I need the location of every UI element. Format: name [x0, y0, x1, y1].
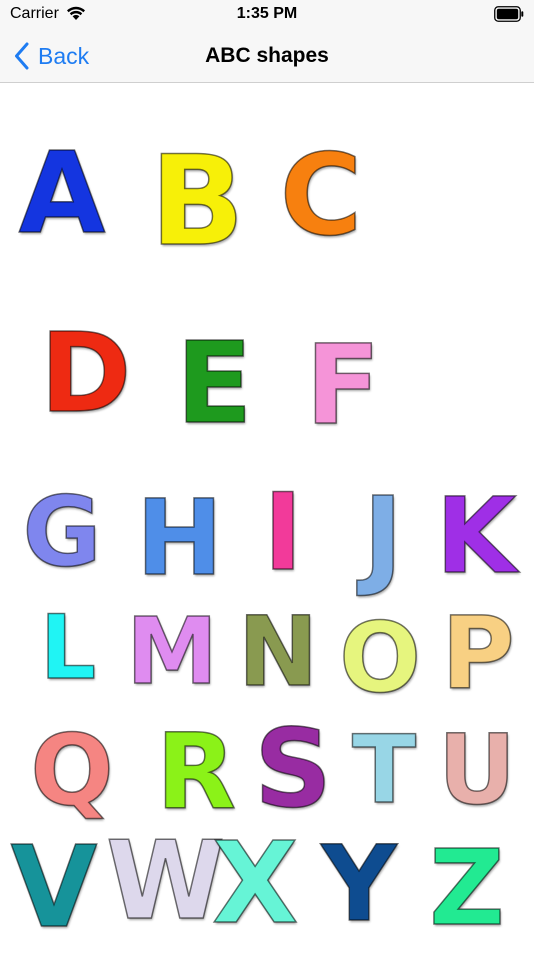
letter-s-shape[interactable]: S: [250, 715, 336, 825]
letter-d-shape[interactable]: D: [39, 317, 132, 429]
letter-o-shape[interactable]: O: [338, 609, 422, 707]
letter-t-shape[interactable]: T: [342, 723, 426, 819]
letter-r-shape[interactable]: R: [150, 719, 242, 825]
letter-g-shape[interactable]: G: [16, 483, 108, 581]
letter-y-shape[interactable]: Y: [304, 831, 414, 937]
letter-a-shape[interactable]: A: [16, 137, 108, 251]
chevron-left-icon: [15, 42, 29, 70]
letter-n-shape[interactable]: N: [234, 603, 322, 701]
letter-z-shape[interactable]: Z: [418, 835, 516, 941]
letter-m-shape[interactable]: M: [125, 605, 218, 699]
letter-k-shape[interactable]: K: [432, 483, 520, 589]
letter-p-shape[interactable]: P: [432, 603, 524, 705]
status-time: 1:35 PM: [236, 5, 298, 22]
letter-h-shape[interactable]: H: [135, 485, 224, 591]
letter-q-shape[interactable]: Q: [22, 721, 122, 821]
letter-i-shape[interactable]: I: [246, 479, 320, 587]
status-bar: Carrier 1:35 PM: [0, 0, 534, 30]
letter-f-shape[interactable]: F: [302, 329, 384, 441]
letter-e-shape[interactable]: E: [175, 327, 253, 441]
back-label: Back: [38, 42, 90, 69]
letter-x-shape[interactable]: X: [211, 827, 299, 941]
battery-icon: [494, 6, 524, 22]
letter-b-shape[interactable]: B: [149, 139, 245, 265]
letter-l-shape[interactable]: L: [26, 603, 110, 693]
letter-u-shape[interactable]: U: [434, 721, 520, 819]
back-button[interactable]: Back: [14, 38, 89, 74]
letter-v-shape[interactable]: V: [10, 831, 98, 945]
navigation-bar: ABC shapes Back: [0, 30, 534, 83]
letter-c-shape[interactable]: C: [276, 139, 366, 253]
letter-j-shape[interactable]: J: [334, 483, 432, 593]
letter-w-shape[interactable]: W: [105, 827, 226, 937]
